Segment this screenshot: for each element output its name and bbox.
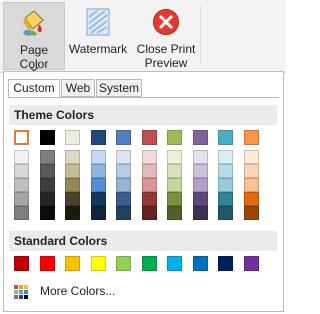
standard-colors-header: Standard Colors (9, 231, 277, 251)
theme-shade-swatch[interactable] (243, 150, 259, 164)
tab-web[interactable]: Web (61, 79, 95, 97)
ribbon-separator (200, 6, 201, 64)
standard-swatch[interactable] (243, 256, 259, 271)
more-colors-label: More Colors... (40, 284, 116, 298)
standard-swatch[interactable] (192, 256, 208, 271)
watermark-label: Watermark (68, 42, 128, 56)
paint-bucket-icon (19, 8, 49, 38)
theme-swatch[interactable] (65, 130, 80, 145)
theme-shade-swatch[interactable] (141, 178, 157, 192)
theme-swatch[interactable] (167, 130, 182, 145)
theme-colors-header: Theme Colors (9, 105, 277, 125)
theme-shade-swatch[interactable] (167, 206, 182, 220)
close-print-preview-button[interactable]: Close Print Preview (135, 2, 197, 70)
theme-swatch[interactable] (14, 130, 29, 145)
theme-shade-swatch[interactable] (14, 206, 29, 220)
theme-shade-swatch[interactable] (14, 192, 29, 206)
theme-shade-swatch[interactable] (39, 164, 55, 178)
close-icon (151, 7, 181, 37)
theme-shade-swatch[interactable] (116, 150, 131, 164)
theme-shade-swatch[interactable] (218, 192, 233, 206)
theme-swatch[interactable] (192, 130, 208, 145)
standard-swatch[interactable] (14, 256, 29, 271)
theme-shade-swatch[interactable] (65, 150, 80, 164)
tab-custom-label: Custom (13, 81, 55, 95)
ribbon: Page Color Watermark Close Print Preview (0, 0, 286, 73)
tab-system-label: System (98, 81, 139, 95)
theme-shade-swatch[interactable] (167, 192, 182, 206)
theme-shade-swatch[interactable] (192, 164, 208, 178)
color-grid-icon (14, 285, 28, 299)
theme-shade-swatch[interactable] (39, 178, 55, 192)
theme-shade-swatch[interactable] (243, 164, 259, 178)
theme-shade-swatch[interactable] (192, 150, 208, 164)
tab-custom[interactable]: Custom (8, 79, 60, 98)
theme-shade-swatch[interactable] (39, 192, 55, 206)
watermark-button[interactable]: Watermark (66, 2, 130, 70)
page-color-button[interactable]: Page Color (3, 2, 65, 72)
theme-shade-swatch[interactable] (90, 150, 106, 164)
standard-swatch[interactable] (218, 256, 233, 271)
standard-swatch[interactable] (116, 256, 131, 271)
tab-web-label: Web (65, 81, 91, 95)
theme-shade-swatch[interactable] (90, 164, 106, 178)
theme-shade-swatch[interactable] (218, 164, 233, 178)
standard-swatch[interactable] (167, 256, 182, 271)
theme-shade-swatch[interactable] (65, 178, 80, 192)
theme-swatch[interactable] (243, 130, 259, 145)
theme-swatch[interactable] (218, 130, 233, 145)
theme-shade-swatch[interactable] (90, 206, 106, 220)
theme-swatch[interactable] (116, 130, 131, 145)
theme-shade-swatch[interactable] (141, 206, 157, 220)
theme-shade-swatch[interactable] (116, 164, 131, 178)
color-picker-dropdown: Custom Web System Theme Colors Standard … (3, 71, 284, 312)
watermark-icon (83, 7, 113, 37)
theme-shade-swatch[interactable] (65, 206, 80, 220)
theme-shade-swatch[interactable] (14, 150, 29, 164)
theme-shade-swatch[interactable] (167, 164, 182, 178)
standard-swatch[interactable] (39, 256, 55, 271)
theme-shade-swatch[interactable] (65, 164, 80, 178)
theme-shade-swatch[interactable] (192, 192, 208, 206)
standard-swatch[interactable] (141, 256, 157, 271)
tab-system[interactable]: System (96, 79, 142, 97)
theme-shade-swatch[interactable] (192, 206, 208, 220)
theme-shade-swatch[interactable] (218, 150, 233, 164)
theme-shade-swatch[interactable] (116, 206, 131, 220)
theme-shade-swatch[interactable] (14, 178, 29, 192)
theme-shade-swatch[interactable] (243, 192, 259, 206)
theme-shade-swatch[interactable] (141, 150, 157, 164)
theme-shade-swatch[interactable] (116, 178, 131, 192)
standard-swatch[interactable] (90, 256, 106, 271)
theme-shade-swatch[interactable] (39, 150, 55, 164)
theme-shade-swatch[interactable] (192, 178, 208, 192)
theme-shade-swatch[interactable] (218, 178, 233, 192)
theme-shade-swatch[interactable] (218, 206, 233, 220)
theme-swatch[interactable] (39, 130, 55, 145)
theme-shade-swatch[interactable] (243, 206, 259, 220)
theme-swatch[interactable] (141, 130, 157, 145)
theme-shade-swatch[interactable] (116, 192, 131, 206)
standard-swatch[interactable] (65, 256, 80, 271)
chevron-down-icon (29, 61, 39, 72)
tab-underline (8, 97, 279, 98)
theme-shade-swatch[interactable] (167, 178, 182, 192)
theme-shade-swatch[interactable] (243, 178, 259, 192)
close-print-preview-label: Close Print Preview (136, 42, 196, 70)
theme-shade-swatch[interactable] (141, 192, 157, 206)
theme-shade-swatch[interactable] (90, 192, 106, 206)
theme-shade-swatch[interactable] (167, 150, 182, 164)
theme-shade-swatch[interactable] (14, 164, 29, 178)
theme-shade-swatch[interactable] (39, 206, 55, 220)
theme-swatch[interactable] (90, 130, 106, 145)
theme-shade-swatch[interactable] (90, 178, 106, 192)
theme-shade-swatch[interactable] (65, 192, 80, 206)
theme-shade-swatch[interactable] (141, 164, 157, 178)
